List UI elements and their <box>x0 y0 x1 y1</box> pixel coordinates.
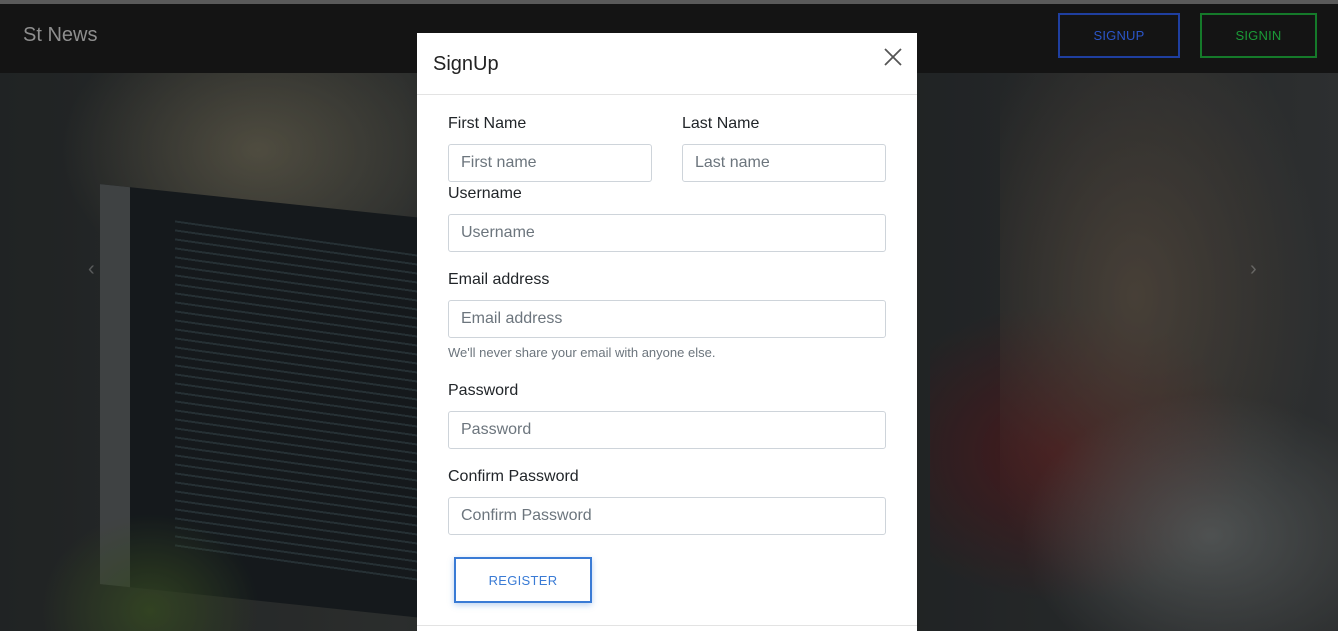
signup-modal: SignUp First Name Last Name Username Ema… <box>417 33 917 631</box>
email-field[interactable] <box>448 300 886 338</box>
username-label: Username <box>448 185 522 202</box>
confirm-password-label: Confirm Password <box>448 468 579 485</box>
chevron-left-icon[interactable]: ‹ <box>88 258 95 281</box>
first-name-field[interactable] <box>448 144 652 182</box>
username-field[interactable] <box>448 214 886 252</box>
email-label: Email address <box>448 271 550 288</box>
register-button[interactable]: REGISTER <box>454 557 592 603</box>
last-name-label: Last Name <box>682 115 760 132</box>
signup-button[interactable]: SIGNUP <box>1058 13 1180 58</box>
signin-button[interactable]: SIGNIN <box>1200 13 1317 58</box>
password-field[interactable] <box>448 411 886 449</box>
close-icon[interactable] <box>883 47 903 67</box>
first-name-label: First Name <box>448 115 527 132</box>
chevron-right-icon[interactable]: › <box>1250 258 1257 281</box>
last-name-field[interactable] <box>682 144 886 182</box>
modal-header: SignUp <box>417 33 917 95</box>
modal-footer-divider <box>417 625 917 626</box>
brand-logo[interactable]: St News <box>23 24 97 47</box>
email-hint: We'll never share your email with anyone… <box>448 345 716 360</box>
confirm-password-field[interactable] <box>448 497 886 535</box>
modal-title: SignUp <box>433 53 499 75</box>
password-label: Password <box>448 382 519 399</box>
